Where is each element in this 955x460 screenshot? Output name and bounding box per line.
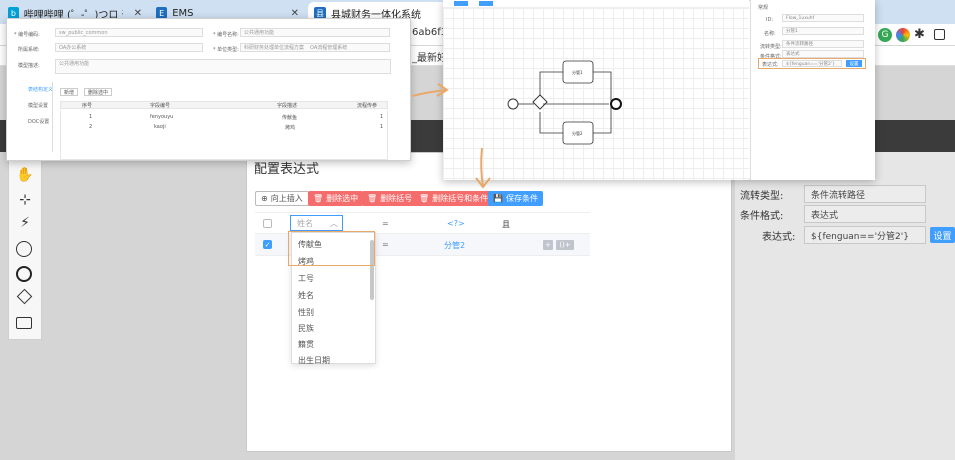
- arrow-down: [480, 147, 484, 187]
- annotation-arrows: [411, 83, 491, 189]
